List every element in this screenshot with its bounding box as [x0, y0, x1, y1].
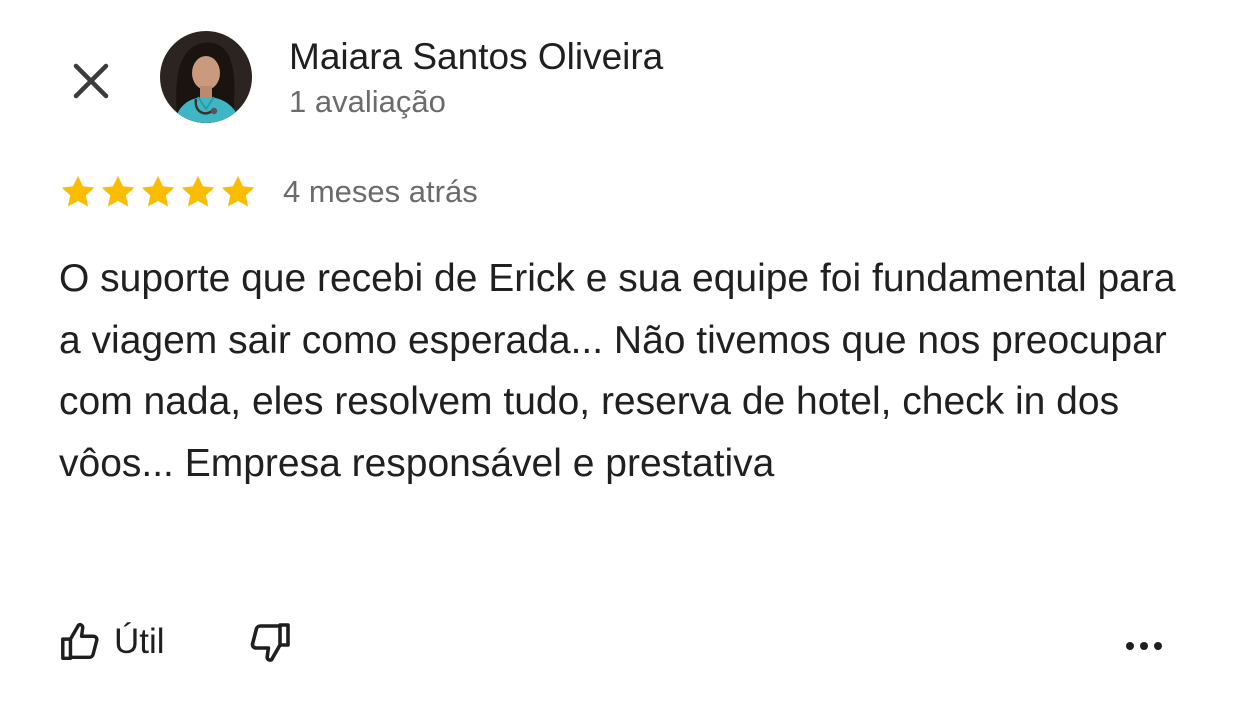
star-icon [141, 175, 175, 207]
reviewer-review-count: 1 avaliação [289, 84, 446, 119]
profile-photo [160, 31, 252, 123]
useful-label: Útil [114, 622, 165, 661]
star-icon [61, 175, 95, 207]
not-useful-button[interactable] [245, 618, 293, 666]
review-date: 4 meses atrás [283, 174, 478, 209]
review-text: O suporte que recebi de Erick e sua equi… [59, 257, 1176, 485]
reviewer-name[interactable]: Maiara Santos Oliveira [289, 36, 663, 78]
thumbs-down-icon [250, 623, 290, 662]
star-icon [101, 175, 135, 207]
star-icon [221, 175, 255, 207]
close-icon [73, 63, 109, 99]
close-button[interactable] [66, 56, 116, 106]
more-options-button[interactable] [1120, 632, 1168, 660]
star-rating [59, 173, 257, 211]
star-icon [181, 175, 215, 207]
useful-button[interactable]: Útil [58, 619, 165, 665]
review-card: Maiara Santos Oliveira 1 avaliação 4 mes… [0, 0, 1236, 722]
more-horiz-icon [1126, 642, 1162, 650]
avatar[interactable] [160, 31, 252, 123]
thumbs-up-icon [61, 623, 99, 661]
review-actions: Útil [58, 618, 293, 666]
